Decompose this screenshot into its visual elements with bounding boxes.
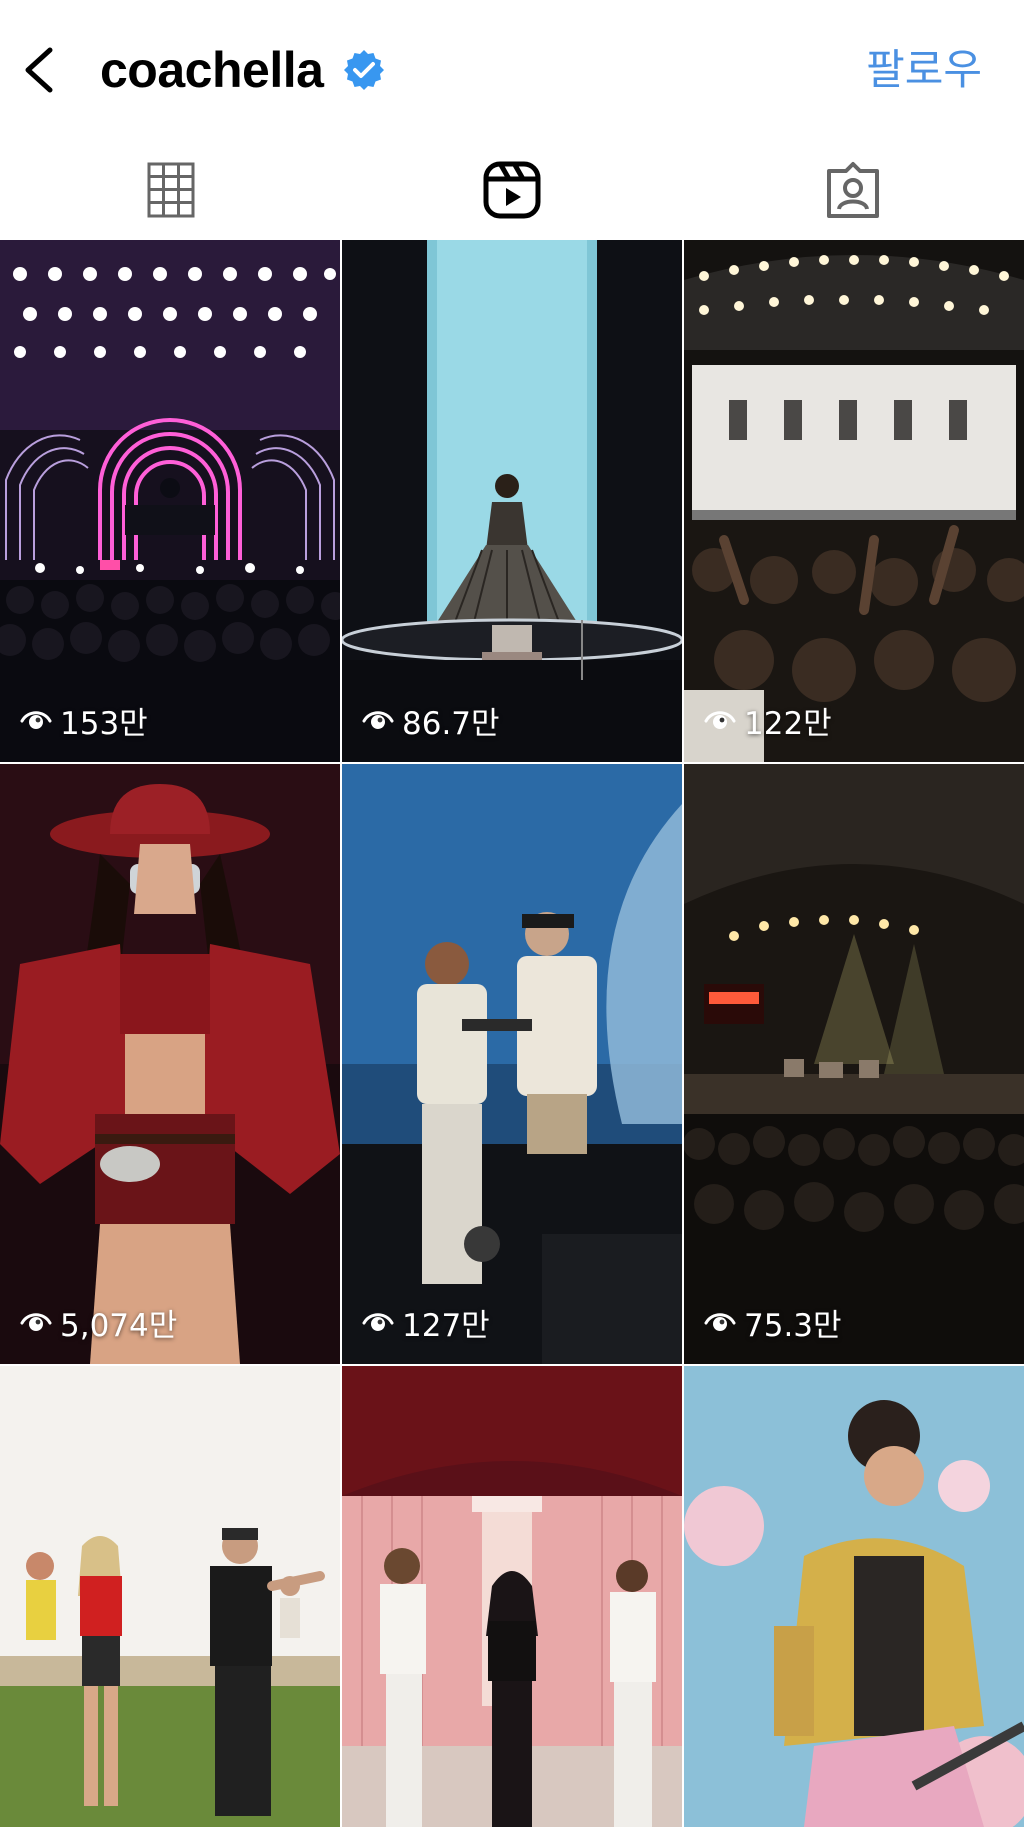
reel-thumbnail[interactable] [342, 1366, 682, 1827]
view-count-value: 5,074만 [60, 1307, 178, 1344]
profile-username: coachella [100, 42, 324, 98]
reel-thumbnail[interactable]: 127만 [342, 764, 682, 1364]
view-count: 86.7만 [362, 700, 500, 742]
reel-thumbnail[interactable]: 5,074만 [0, 764, 340, 1364]
reel-image-crowd-screens [684, 240, 1024, 762]
reel-image-cowboy-performer [0, 764, 340, 1364]
reel-image-gown-performer [342, 240, 682, 762]
reel-thumbnail[interactable]: 122만 [684, 240, 1024, 762]
profile-tabs [0, 140, 1024, 240]
view-count-value: 127만 [402, 1307, 490, 1344]
grid-icon [147, 162, 194, 218]
view-count: 75.3만 [704, 1302, 842, 1344]
reel-image-pink-stage [342, 1366, 682, 1827]
chevron-left-icon [25, 47, 53, 93]
eye-icon [20, 1313, 52, 1331]
eye-icon [704, 711, 736, 729]
reel-image-tent-stage [684, 764, 1024, 1364]
view-count: 122만 [704, 700, 832, 742]
tab-tagged[interactable] [682, 140, 1023, 240]
tab-reels[interactable] [341, 140, 682, 240]
back-button[interactable] [14, 38, 66, 98]
eye-icon [20, 711, 52, 729]
view-count-value: 86.7만 [402, 705, 500, 742]
view-count-value: 75.3만 [744, 1307, 842, 1344]
view-count: 153만 [20, 700, 148, 742]
verified-badge-icon [344, 50, 384, 90]
reels-grid: 153만 86.7만 122만 5,074만 127만 75.3만 [0, 240, 1024, 1827]
reel-thumbnail[interactable] [684, 1366, 1024, 1827]
reel-image-guitarist [684, 1366, 1024, 1827]
reels-icon [483, 161, 540, 219]
view-count: 127만 [362, 1302, 490, 1344]
view-count-value: 122만 [744, 705, 832, 742]
view-count-value: 153만 [60, 705, 148, 742]
reel-thumbnail[interactable]: 75.3만 [684, 764, 1024, 1364]
reel-image-neon-stage [0, 240, 340, 762]
follow-button[interactable]: 팔로우 [866, 40, 982, 100]
tab-posts[interactable] [0, 140, 341, 240]
reel-thumbnail[interactable]: 153만 [0, 240, 340, 762]
reel-thumbnail[interactable]: 86.7만 [342, 240, 682, 762]
eye-icon [362, 1313, 394, 1331]
reel-image-festival-goers [0, 1366, 340, 1827]
view-count: 5,074만 [20, 1302, 178, 1344]
reel-image-rappers [342, 764, 682, 1364]
eye-icon [362, 711, 394, 729]
reel-thumbnail[interactable] [0, 1366, 340, 1827]
tagged-icon [826, 162, 879, 218]
profile-header: coachella 팔로우 [0, 0, 1024, 140]
eye-icon [704, 1313, 736, 1331]
